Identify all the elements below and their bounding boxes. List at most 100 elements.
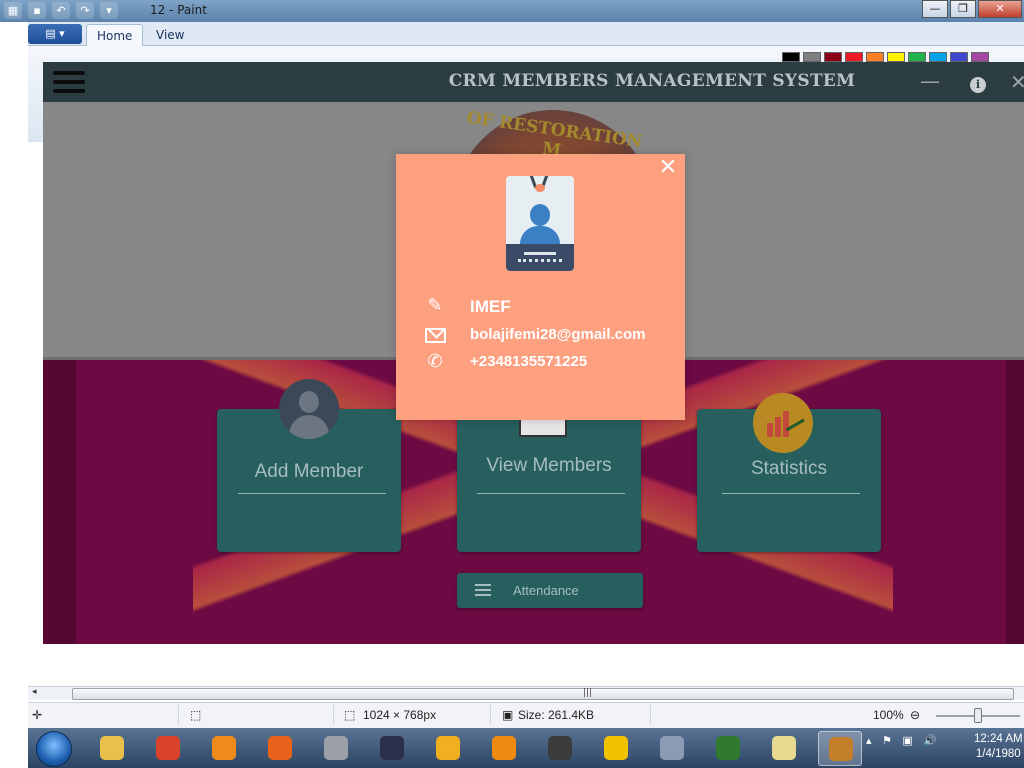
taskbar-app-icon[interactable] [706, 731, 750, 766]
status-separator [650, 705, 651, 725]
selection-size-icon: ⬚ [190, 708, 202, 722]
zoom-out-icon[interactable]: ⊖ [910, 708, 920, 722]
app-icon [100, 736, 124, 760]
taskbar-app-icon[interactable] [202, 731, 246, 766]
taskbar-app-icon[interactable] [762, 731, 806, 766]
statistics-chart-icon [753, 393, 813, 453]
add-member-label: Add Member [254, 461, 364, 482]
scroll-left-icon[interactable]: ◂ [32, 687, 37, 697]
tab-home[interactable]: Home [86, 24, 144, 46]
minimize-window-button[interactable]: — [922, 0, 948, 18]
desktop: ▦ ▪ ↶ ↷ ▾ 12 - Paint — ❐ ✕ ▤ ▾ Home View… [0, 0, 1024, 768]
scrollbar-thumb[interactable]: ||| [72, 688, 1014, 700]
attendance-label: Attendance [513, 583, 579, 598]
crm-minimize-icon[interactable]: — [920, 71, 940, 91]
app-icon [604, 736, 628, 760]
envelope-icon [424, 325, 446, 345]
canvas-size-icon: ⬚ [344, 708, 356, 722]
app-icon [268, 736, 292, 760]
taskbar-app-icon[interactable] [426, 731, 470, 766]
crm-close-icon[interactable]: ✕ [1010, 72, 1024, 92]
ribbon-tab-strip: ▤ ▾ Home View [28, 22, 1024, 46]
start-button[interactable] [36, 731, 72, 767]
taskbar-app-icon[interactable] [370, 731, 414, 766]
zoom-slider-thumb[interactable] [974, 708, 982, 723]
redo-icon[interactable]: ↷ [76, 2, 94, 19]
color-swatch[interactable] [866, 52, 884, 62]
horizontal-scrollbar[interactable]: ◂ ||| [28, 686, 1024, 700]
color-swatch[interactable] [824, 52, 842, 62]
list-icon [475, 584, 491, 596]
card-divider [238, 493, 386, 494]
color-swatch[interactable] [929, 52, 947, 62]
add-member-card[interactable]: Add Member [217, 379, 401, 552]
system-tray: ▴ ⚑ ▣ 🔊 [866, 734, 944, 747]
customize-toolbar-icon[interactable]: ▾ [100, 2, 118, 19]
taskbar-app-icon[interactable] [538, 731, 582, 766]
tray-expand-icon[interactable]: ▴ [866, 734, 872, 747]
close-window-button[interactable]: ✕ [978, 0, 1022, 18]
close-icon[interactable]: ✕ [658, 157, 678, 179]
app-icon [829, 737, 853, 761]
color-swatch[interactable] [887, 52, 905, 62]
app-icon [660, 736, 684, 760]
file-size: Size: 261.4KB [518, 708, 595, 722]
taskbar-app-icon[interactable] [314, 731, 358, 766]
color-swatch[interactable] [950, 52, 968, 62]
taskbar-app-icon[interactable] [146, 731, 190, 766]
clock-time: 12:24 AM [974, 733, 1023, 745]
status-separator [490, 705, 491, 725]
app-icon [212, 736, 236, 760]
zoom-level: 100% [873, 708, 904, 722]
phone-icon: ✆ [427, 351, 443, 372]
taskbar-app-icon[interactable] [594, 731, 638, 766]
id-badge-icon [506, 176, 574, 271]
info-icon[interactable]: i [970, 77, 986, 93]
paint-menu-button[interactable]: ▤ ▾ [28, 24, 82, 44]
app-icon [716, 736, 740, 760]
clock-date: 1/4/1980 [975, 748, 1021, 760]
status-separator [333, 705, 334, 725]
taskbar-app-icon[interactable] [650, 731, 694, 766]
view-members-label: View Members [486, 455, 612, 476]
action-center-icon[interactable]: ⚑ [882, 734, 892, 747]
card-divider [477, 493, 625, 494]
app-icon [492, 736, 516, 760]
status-bar: ✛ ⬚ ⬚ 1024 × 768px ▣ Size: 261.4KB 100% … [28, 702, 1024, 728]
save-icon[interactable]: ▪ [28, 2, 46, 19]
scroll-grip-icon: ||| [583, 688, 593, 698]
crm-header: CRM MEMBERS MANAGEMENT SYSTEM — i ✕ [43, 62, 1024, 102]
paint-title-bar: ▦ ▪ ↶ ↷ ▾ 12 - Paint — ❐ ✕ [0, 0, 1024, 22]
image-dimensions: 1024 × 768px [363, 708, 437, 722]
color-swatch[interactable] [845, 52, 863, 62]
taskbar-app-icon[interactable] [818, 731, 862, 766]
windows-taskbar: ▴ ⚑ ▣ 🔊 12:24 AM 1/4/1980 [28, 728, 1024, 768]
undo-icon[interactable]: ↶ [52, 2, 70, 19]
view-members-card[interactable]: View Members [457, 409, 641, 552]
color-swatch[interactable] [782, 52, 800, 62]
app-icon [436, 736, 460, 760]
app-icon [548, 736, 572, 760]
right-frame [1006, 360, 1024, 644]
color-swatch[interactable] [971, 52, 989, 62]
taskbar-app-icon[interactable] [482, 731, 526, 766]
pencil-icon: ✎ [427, 295, 443, 316]
taskbar-app-icon[interactable] [258, 731, 302, 766]
member-phone: +2348135571225 [470, 353, 588, 370]
tab-view[interactable]: View [146, 24, 194, 46]
card-divider [722, 493, 860, 494]
color-swatch[interactable] [803, 52, 821, 62]
member-name: IMEF [470, 297, 511, 316]
volume-icon[interactable]: 🔊 [923, 734, 937, 747]
system-clock[interactable]: 12:24 AM 1/4/1980 [974, 732, 1023, 762]
member-email: bolajifemi28@gmail.com [470, 326, 646, 343]
restore-window-button[interactable]: ❐ [950, 0, 976, 18]
color-swatch[interactable] [908, 52, 926, 62]
network-icon[interactable]: ▣ [902, 734, 912, 747]
statistics-card[interactable]: Statistics [697, 393, 881, 552]
attendance-button[interactable]: Attendance [457, 573, 643, 608]
profile-popup: ✕ ✎ IMEF bolajifemi28@gmail.com ✆ +23481… [396, 154, 685, 420]
taskbar-app-icon[interactable] [90, 731, 134, 766]
paint-app-icon[interactable]: ▦ [4, 2, 22, 19]
app-icon [380, 736, 404, 760]
